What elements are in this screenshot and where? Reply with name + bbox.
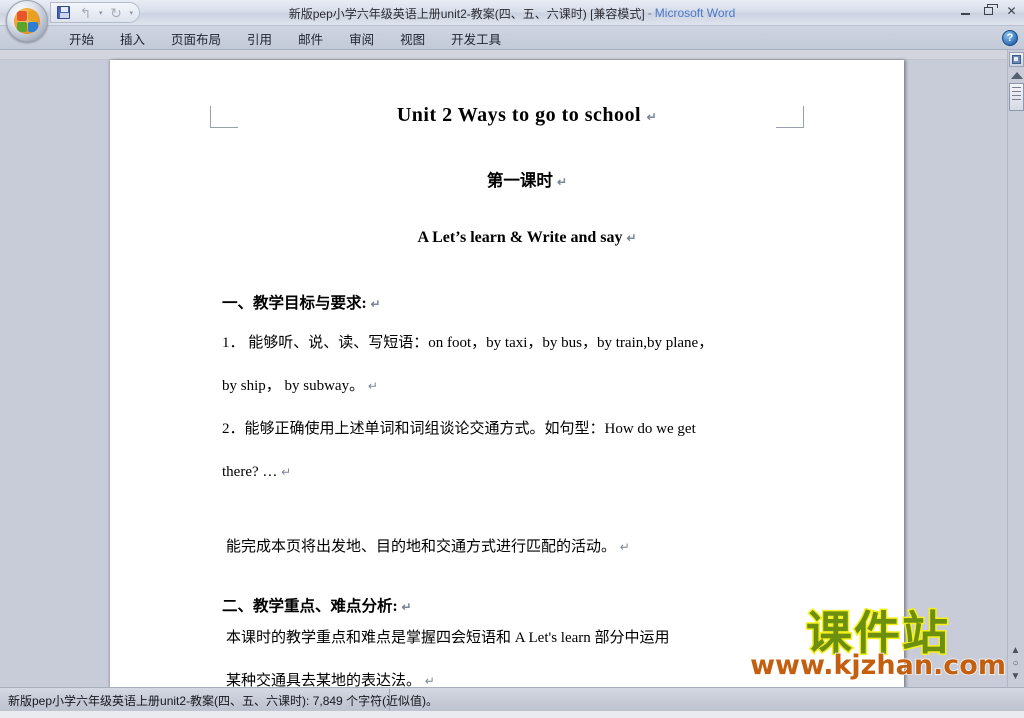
- help-icon[interactable]: ?: [1002, 30, 1018, 46]
- restore-button[interactable]: [980, 3, 998, 18]
- doc-paragraph-3: 能完成本页将出发地、目的地和交通方式进行匹配的活动。 ↵: [226, 539, 630, 555]
- select-browse-object-icon[interactable]: ○: [1008, 657, 1023, 670]
- window-title: 新版pep小学六年级英语上册unit2-教案(四、五、六课时) [兼容模式] -…: [0, 0, 1024, 26]
- paragraph-mark: ↵: [367, 379, 378, 393]
- paragraph-mark: ↵: [619, 540, 630, 554]
- ruler-strip: [0, 50, 1024, 60]
- vertical-scrollbar[interactable]: ▲ ○ ▼: [1007, 50, 1024, 687]
- word-window: 新版pep小学六年级英语上册unit2-教案(四、五、六课时) [兼容模式] -…: [0, 0, 1024, 718]
- paragraph-mark: ↵: [557, 175, 568, 189]
- minimize-button[interactable]: [957, 3, 974, 18]
- doc-paragraph-1-cont: by ship， by subway。 ↵: [222, 378, 378, 394]
- undo-dropdown-icon[interactable]: ▾: [99, 9, 103, 17]
- customize-qat-icon[interactable]: ▾: [130, 9, 134, 17]
- tab-view[interactable]: 视图: [387, 26, 438, 50]
- ribbon-tabs: 开始 插入 页面布局 引用 邮件 审阅 视图 开发工具: [56, 26, 514, 50]
- office-logo-icon: [14, 8, 40, 34]
- status-bar-base: [0, 711, 1024, 718]
- tab-mailings[interactable]: 邮件: [285, 26, 336, 50]
- doc-paragraph-2-cont: there? … ↵: [222, 464, 292, 480]
- office-button[interactable]: [6, 0, 48, 42]
- doc-section-2-heading: 二、教学重点、难点分析: ↵: [222, 598, 412, 615]
- tab-insert[interactable]: 插入: [107, 26, 158, 50]
- paragraph-mark: ↵: [626, 231, 637, 245]
- tab-references[interactable]: 引用: [234, 26, 285, 50]
- doc-heading-section: A Let’s learn & Write and say ↵: [417, 229, 637, 246]
- scrollbar-thumb[interactable]: [1009, 83, 1024, 111]
- status-bar-secondary: [390, 689, 1024, 711]
- status-bar: 新版pep小学六年级英语上册unit2-教案(四、五、六课时): 7,849 个…: [0, 687, 1024, 718]
- document-page[interactable]: Unit 2 Ways to go to school ↵ 第一课时 ↵ A L…: [110, 60, 904, 718]
- tab-home[interactable]: 开始: [56, 26, 107, 50]
- next-page-icon[interactable]: ▼: [1008, 670, 1023, 683]
- paragraph-mark: ↵: [424, 674, 435, 688]
- save-icon[interactable]: [55, 4, 72, 21]
- ribbon-tab-strip: 开始 插入 页面布局 引用 邮件 审阅 视图 开发工具 ?: [0, 26, 1024, 50]
- tab-review[interactable]: 审阅: [336, 26, 387, 50]
- paragraph-mark: ↵: [646, 110, 658, 124]
- document-workspace: Unit 2 Ways to go to school ↵ 第一课时 ↵ A L…: [0, 50, 1024, 718]
- close-button[interactable]: ✕: [1003, 3, 1020, 18]
- title-bar: 新版pep小学六年级英语上册unit2-教案(四、五、六课时) [兼容模式] -…: [0, 0, 1024, 26]
- paragraph-mark: ↵: [370, 297, 381, 311]
- browse-object-icon[interactable]: [1009, 52, 1024, 67]
- paragraph-mark: ↵: [281, 465, 292, 479]
- scroll-nav-buttons: ▲ ○ ▼: [1008, 644, 1023, 683]
- tab-developer[interactable]: 开发工具: [438, 26, 514, 50]
- doc-paragraph-1: 1． 能够听、说、读、写短语：on foot，by taxi，by bus，by…: [222, 335, 714, 351]
- paragraph-mark: ↵: [401, 600, 412, 614]
- doc-heading-lesson: 第一课时 ↵: [486, 171, 568, 190]
- document-text: Unit 2 Ways to go to school ↵ 第一课时 ↵ A L…: [110, 60, 904, 718]
- window-title-app: Microsoft Word: [654, 6, 736, 20]
- tab-page-layout[interactable]: 页面布局: [158, 26, 234, 50]
- undo-icon[interactable]: ↰: [77, 4, 94, 21]
- redo-icon[interactable]: ↻: [108, 4, 125, 21]
- window-title-separator: -: [647, 6, 652, 20]
- previous-page-icon[interactable]: ▲: [1008, 644, 1023, 657]
- doc-section-1-heading: 一、教学目标与要求: ↵: [222, 295, 381, 312]
- window-controls: ✕: [957, 3, 1020, 18]
- doc-heading-unit: Unit 2 Ways to go to school ↵: [396, 104, 658, 126]
- doc-paragraph-2: 2．能够正确使用上述单词和词组谈论交通方式。如句型：How do we get: [222, 421, 696, 437]
- doc-paragraph-4: 本课时的教学重点和难点是掌握四会短语和 A Let's learn 部分中运用: [226, 630, 670, 646]
- scroll-up-icon[interactable]: [1011, 72, 1023, 79]
- status-bar-info: 新版pep小学六年级英语上册unit2-教案(四、五、六课时): 7,849 个…: [0, 689, 438, 711]
- window-title-document: 新版pep小学六年级英语上册unit2-教案(四、五、六课时) [兼容模式]: [288, 6, 645, 21]
- quick-access-toolbar: ↰ ▾ ↻ ▾: [50, 2, 141, 23]
